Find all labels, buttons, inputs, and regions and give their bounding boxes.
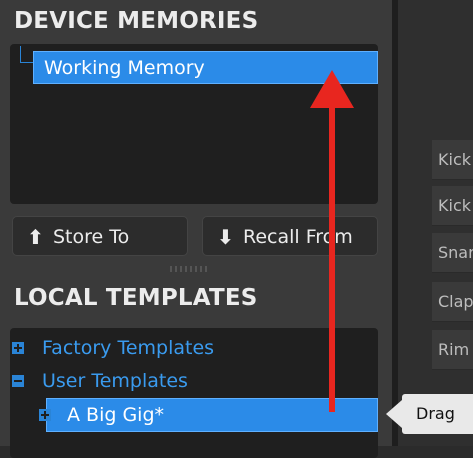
tree-item-label: User Templates — [42, 370, 188, 392]
recall-from-button[interactable]: ⬇ Recall From — [202, 216, 378, 256]
store-to-label: Store To — [53, 226, 130, 248]
device-memories-title: DEVICE MEMORIES — [14, 8, 259, 34]
collapse-minus-icon[interactable] — [12, 375, 24, 387]
expand-plus-icon[interactable] — [39, 409, 51, 421]
tooltip-pointer — [386, 400, 402, 428]
arrow-down-icon: ⬇ — [217, 225, 234, 249]
tree-item-factory-templates[interactable]: Factory Templates — [12, 336, 214, 360]
panel-divider[interactable] — [392, 0, 398, 446]
expand-plus-icon[interactable] — [12, 342, 24, 354]
a-big-gig-label: A Big Gig* — [67, 404, 165, 426]
tree-item-user-templates[interactable]: User Templates — [12, 369, 188, 393]
recall-from-label: Recall From — [243, 226, 353, 248]
list-item[interactable]: Clap — [432, 282, 473, 322]
local-templates-title: LOCAL TEMPLATES — [14, 285, 258, 311]
arrow-up-icon: ⬆ — [27, 225, 44, 249]
red-arrow-shaft — [329, 105, 335, 412]
red-arrow-head — [310, 70, 354, 108]
store-to-button[interactable]: ⬆ Store To — [12, 216, 188, 256]
tree-item-label: Factory Templates — [42, 337, 215, 359]
list-item[interactable]: Rim — [432, 330, 473, 370]
list-item[interactable]: Snare — [432, 233, 473, 273]
drag-tooltip: Drag — [402, 394, 473, 434]
list-item[interactable]: Kick — [432, 186, 473, 226]
resize-grip[interactable] — [170, 266, 210, 272]
list-item[interactable]: Kick — [432, 140, 473, 180]
tree-connector — [20, 46, 33, 63]
